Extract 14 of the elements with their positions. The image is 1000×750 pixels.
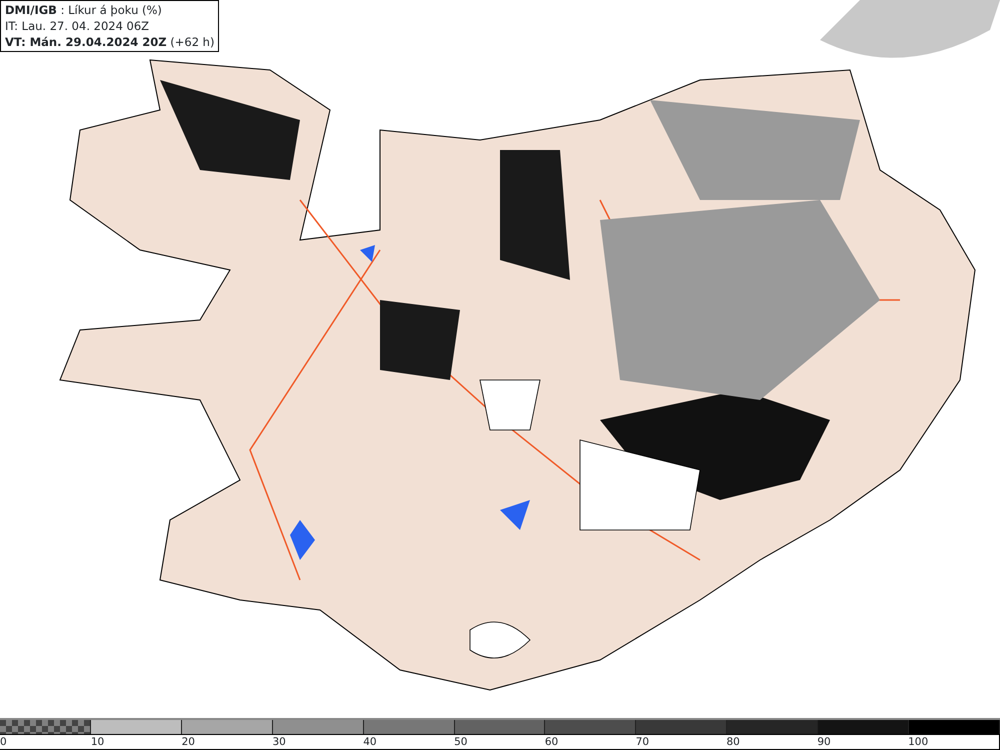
legend-label: 30 [272,735,286,749]
legend-label: 40 [363,735,377,749]
legend-label: 100 [908,735,928,749]
header-text: DMI/IGB : Líkur á þoku (%) [5,2,163,18]
legend-label: 70 [636,735,650,749]
legend-label: 80 [726,735,740,749]
header-text: IT: Lau. 27. 04. 2024 06Z [5,18,150,34]
legend-label: 20 [182,735,195,749]
legend-label: 90 [817,735,831,749]
legend-label: 50 [454,735,468,749]
legend-label: 10 [90,735,104,749]
legend-label: 0 [0,735,7,749]
header-text: VT: Mán. 29.04.2024 20Z (+62 h) [5,34,214,50]
legend-label: 60 [544,735,558,749]
